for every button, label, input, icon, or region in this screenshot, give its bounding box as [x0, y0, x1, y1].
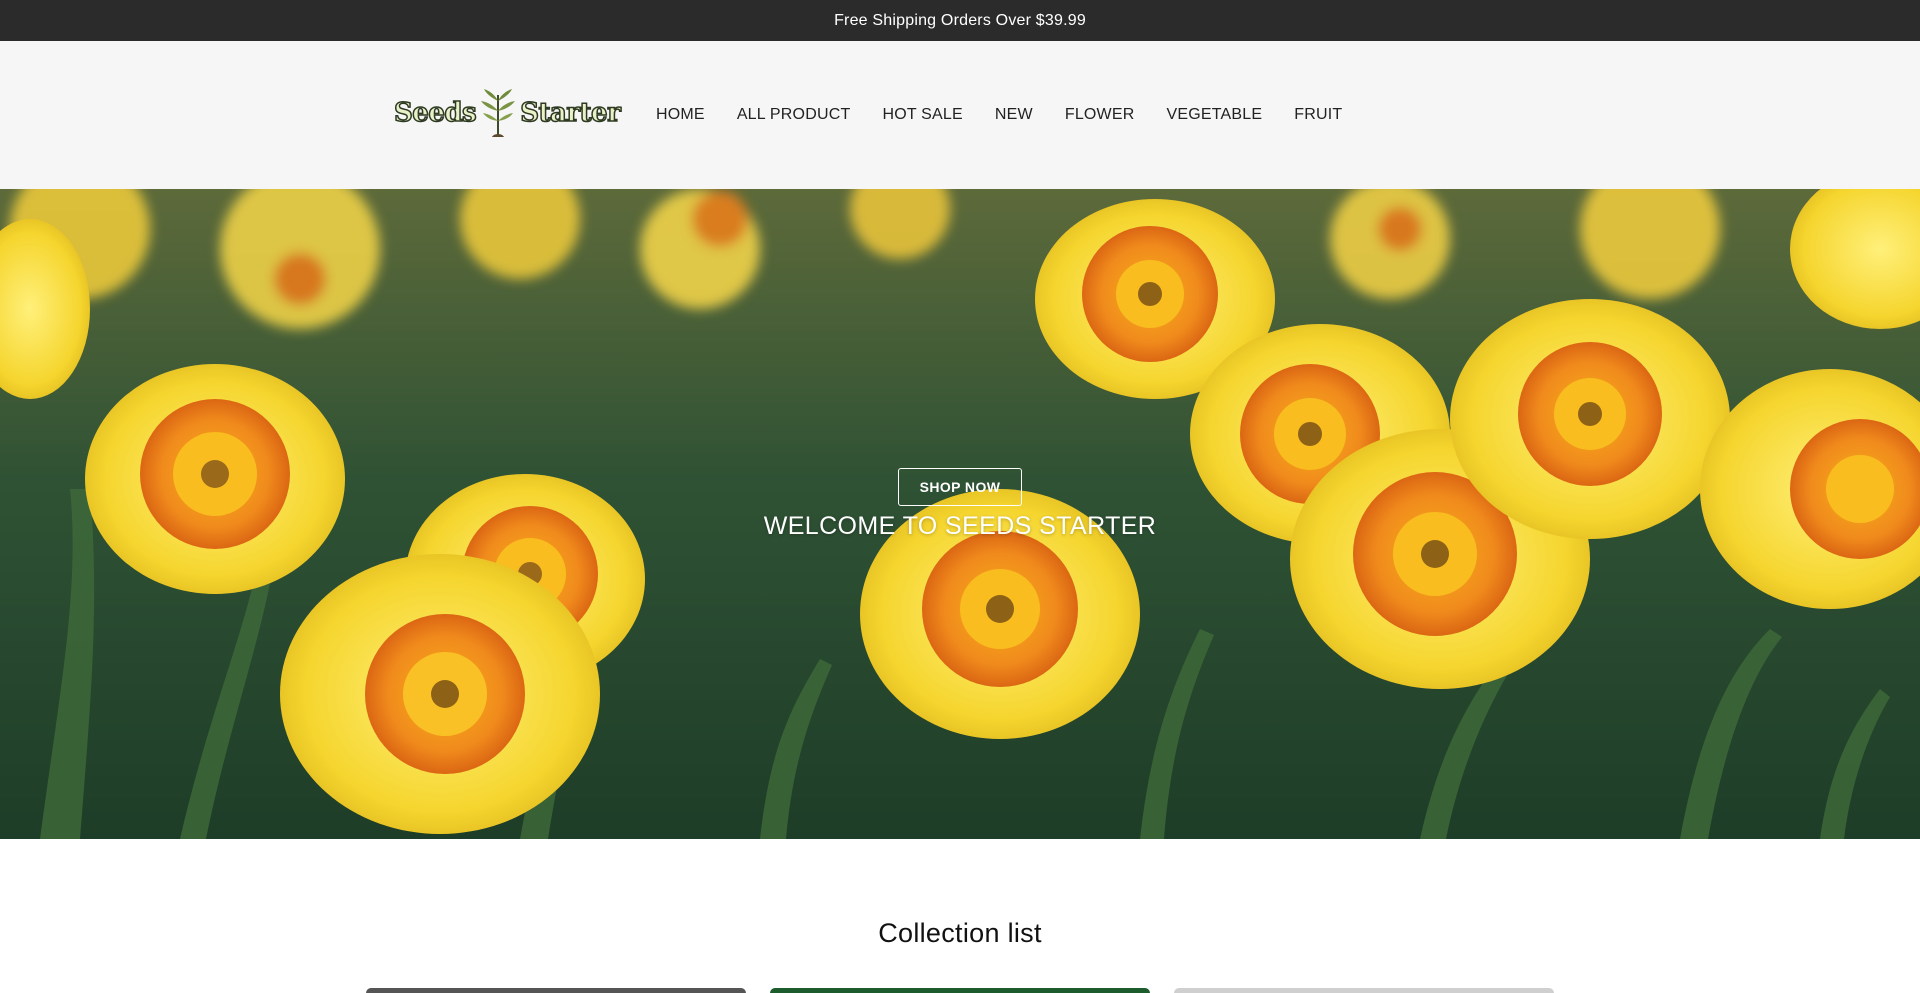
- shop-now-button[interactable]: SHOP NOW: [898, 468, 1022, 506]
- site-logo[interactable]: Seeds Starter: [393, 85, 622, 141]
- hero-banner: SHOP NOW WELCOME TO SEEDS STARTER: [0, 189, 1920, 839]
- sprout-icon: [481, 89, 516, 137]
- nav-new[interactable]: NEW: [995, 106, 1033, 124]
- collection-card-2[interactable]: [770, 988, 1150, 993]
- announcement-text: Free Shipping Orders Over $39.99: [834, 11, 1086, 29]
- nav-fruit[interactable]: FRUIT: [1294, 106, 1342, 124]
- collection-card-3[interactable]: [1174, 988, 1554, 993]
- collection-card-1[interactable]: [366, 988, 746, 993]
- announcement-bar: Free Shipping Orders Over $39.99: [0, 0, 1920, 41]
- collection-cards: [366, 988, 1554, 993]
- hero-content: SHOP NOW WELCOME TO SEEDS STARTER: [0, 189, 1920, 839]
- nav-hot-sale[interactable]: HOT SALE: [882, 106, 962, 124]
- nav-vegetable[interactable]: VEGETABLE: [1167, 106, 1263, 124]
- nav-home[interactable]: HOME: [656, 106, 705, 124]
- nav-flower[interactable]: FLOWER: [1065, 106, 1135, 124]
- logo-text-right: Starter: [519, 97, 621, 129]
- logo-wordmark: Seeds Starter: [393, 87, 622, 139]
- collection-list-title: Collection list: [878, 918, 1042, 948]
- main-nav: HOME ALL PRODUCT HOT SALE NEW FLOWER VEG…: [656, 41, 1342, 189]
- nav-all-product[interactable]: ALL PRODUCT: [737, 106, 851, 124]
- hero-heading: WELCOME TO SEEDS STARTER: [763, 512, 1157, 540]
- site-header: Seeds Starter HOME ALL PRODUCT HOT SALE …: [0, 41, 1920, 189]
- logo-text-left: Seeds: [393, 97, 477, 129]
